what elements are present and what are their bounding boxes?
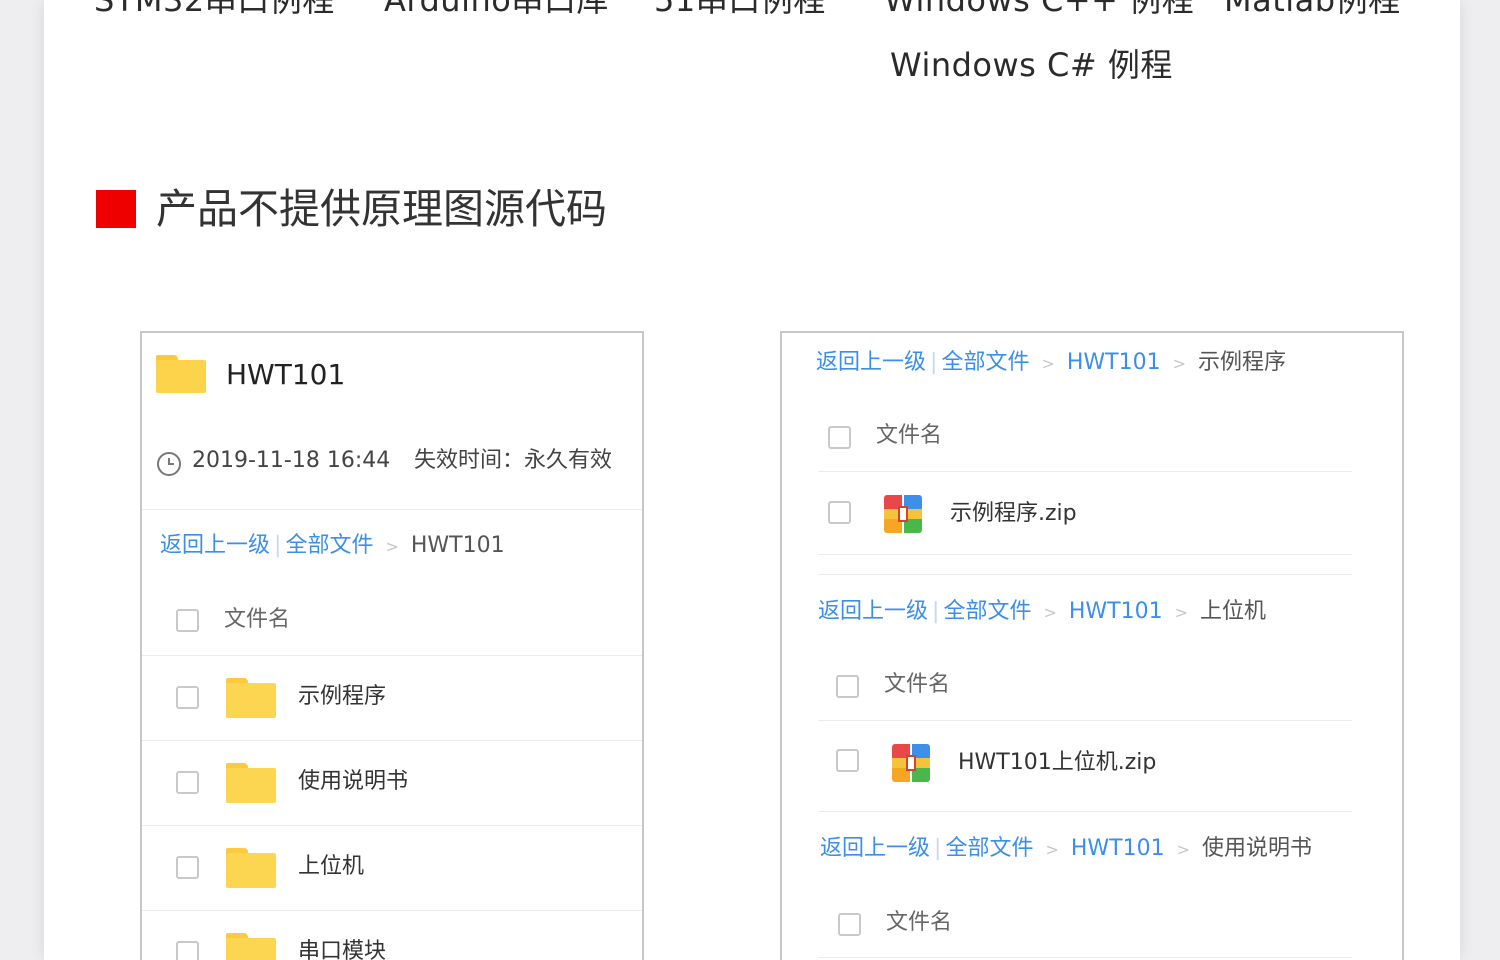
file-row[interactable]: 上位机: [142, 826, 642, 910]
breadcrumb-separator: |: [274, 533, 282, 558]
folder-title: HWT101: [226, 358, 346, 391]
breadcrumb-current: 使用说明书: [1202, 836, 1313, 861]
breadcrumb: 返回上一级 | 全部文件 > HWT101 > 使用说明书: [820, 834, 1312, 865]
breadcrumb-hwt101-link[interactable]: HWT101: [1067, 350, 1161, 375]
file-row[interactable]: 串口模块: [142, 911, 642, 960]
share-date: 2019-11-18 16:44: [192, 448, 391, 473]
breadcrumb: 返回上一级 | 全部文件 > HWT101 > 示例程序: [816, 348, 1286, 379]
row-checkbox[interactable]: [828, 501, 851, 524]
folder-icon: [226, 848, 276, 888]
file-browser-panel: 返回上一级 | 全部文件 > HWT101 > 示例程序 文件名 示例程序.zip 返回上一…: [780, 331, 1404, 960]
divider: [142, 509, 642, 510]
file-row[interactable]: 使用说明书: [142, 741, 642, 825]
chevron-right-icon: >: [385, 537, 399, 556]
zip-archive-icon: [892, 744, 930, 782]
divider: [818, 574, 1352, 575]
row-name[interactable]: 使用说明书: [298, 767, 408, 797]
row-name[interactable]: 上位机: [298, 852, 364, 882]
column-header-filename: 文件名: [884, 672, 951, 697]
column-header-filename: 文件名: [886, 910, 953, 935]
row-name[interactable]: 示例程序: [298, 682, 386, 712]
select-all-checkbox[interactable]: [836, 675, 859, 698]
chevron-right-icon: >: [1176, 840, 1190, 859]
all-files-link[interactable]: 全部文件: [285, 533, 373, 558]
select-all-checkbox[interactable]: [176, 609, 199, 632]
expiry-text: 失效时间：永久有效: [414, 448, 613, 473]
row-checkbox[interactable]: [176, 941, 199, 960]
chevron-right-icon: >: [1041, 354, 1055, 373]
all-files-link[interactable]: 全部文件: [945, 836, 1033, 861]
select-all-checkbox[interactable]: [828, 426, 851, 449]
zip-archive-icon: [884, 495, 922, 533]
section-title: 产品不提供原理图源代码: [156, 185, 607, 233]
folder-icon: [226, 933, 276, 960]
divider: [818, 471, 1352, 472]
row-checkbox[interactable]: [176, 856, 199, 879]
select-all-checkbox[interactable]: [838, 913, 861, 936]
section-marker: [96, 190, 136, 228]
back-link[interactable]: 返回上一级: [816, 350, 926, 375]
example-windows-csharp[interactable]: Windows C# 例程: [890, 45, 1173, 85]
product-info-page: STM32串口例程 Arduino串口库 51串口例程 Windows C++ …: [44, 0, 1460, 960]
back-link[interactable]: 返回上一级: [818, 599, 928, 624]
row-name[interactable]: 串口模块: [298, 937, 386, 960]
column-header-filename: 文件名: [224, 607, 291, 632]
back-link[interactable]: 返回上一级: [160, 533, 270, 558]
example-stm32[interactable]: STM32串口例程: [94, 0, 335, 20]
file-name[interactable]: HWT101上位机.zip: [958, 748, 1156, 778]
file-name[interactable]: 示例程序.zip: [950, 499, 1077, 529]
column-header-filename: 文件名: [876, 423, 943, 448]
breadcrumb: 返回上一级 | 全部文件 > HWT101 > 上位机: [818, 597, 1266, 628]
row-checkbox[interactable]: [176, 686, 199, 709]
folder-icon: [156, 355, 206, 393]
breadcrumb-hwt101-link[interactable]: HWT101: [1069, 599, 1163, 624]
breadcrumb-current: 示例程序: [1198, 350, 1287, 375]
row-checkbox[interactable]: [836, 749, 859, 772]
breadcrumb-current: HWT101: [410, 533, 505, 558]
all-files-link[interactable]: 全部文件: [941, 350, 1029, 375]
breadcrumb: 返回上一级 | 全部文件 > HWT101: [160, 531, 505, 562]
breadcrumb-current: 上位机: [1200, 599, 1267, 624]
chevron-right-icon: >: [1043, 603, 1057, 622]
back-link[interactable]: 返回上一级: [820, 836, 930, 861]
breadcrumb-separator: |: [934, 836, 942, 861]
chevron-right-icon: >: [1174, 603, 1188, 622]
row-checkbox[interactable]: [176, 771, 199, 794]
share-folder-panel: HWT101 2019-11-18 16:44 失效时间：永久有效 返回上一级 |…: [140, 331, 644, 960]
chevron-right-icon: >: [1045, 840, 1059, 859]
divider: [818, 957, 1352, 958]
all-files-link[interactable]: 全部文件: [943, 599, 1031, 624]
clock-icon: [157, 452, 181, 476]
folder-icon: [226, 678, 276, 718]
file-row[interactable]: 示例程序: [142, 656, 642, 740]
chevron-right-icon: >: [1172, 354, 1186, 373]
example-windows-cpp[interactable]: Windows C++ 例程: [884, 0, 1194, 20]
divider: [818, 720, 1352, 721]
example-arduino[interactable]: Arduino串口库: [384, 0, 609, 20]
divider: [818, 811, 1352, 812]
divider: [818, 554, 1352, 555]
breadcrumb-separator: |: [930, 350, 938, 375]
folder-icon: [226, 763, 276, 803]
breadcrumb-separator: |: [932, 599, 940, 624]
breadcrumb-hwt101-link[interactable]: HWT101: [1071, 836, 1165, 861]
example-matlab[interactable]: Matlab例程: [1224, 0, 1401, 20]
example-51[interactable]: 51串口例程: [654, 0, 826, 20]
